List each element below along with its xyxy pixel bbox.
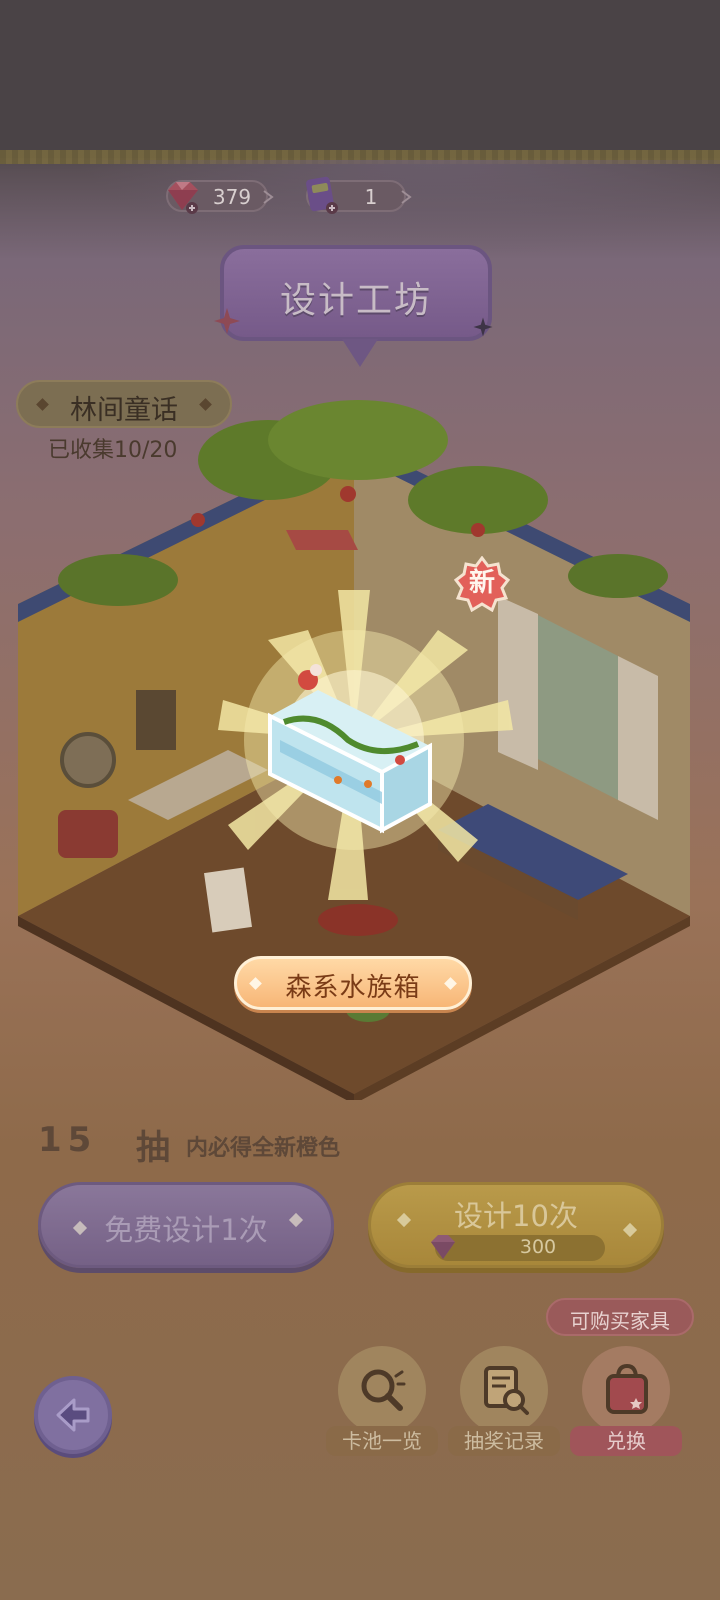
- card-pool-button[interactable]: 卡池一览: [326, 1346, 438, 1458]
- design-workshop-screen: 379 1 设计工坊 林间童话 已收集10/20 新 森系水族箱 15 抽 内必…: [0, 0, 720, 1600]
- record-icon: [484, 1366, 529, 1415]
- new-badge-label: 新: [468, 568, 495, 598]
- draw-record-button[interactable]: 抽奖记录: [448, 1346, 560, 1458]
- gem-counter[interactable]: 379: [166, 180, 268, 214]
- chevron-right-icon: [263, 190, 274, 204]
- back-arrow-icon: [56, 1398, 90, 1432]
- exchange-button[interactable]: 兑换: [570, 1346, 682, 1458]
- item-name-pill: 森系水族箱: [234, 956, 472, 1010]
- back-button[interactable]: [34, 1376, 112, 1454]
- gem-icon: [431, 1235, 455, 1259]
- pity-number: 15: [38, 1120, 98, 1160]
- card-pool-label: 卡池一览: [326, 1426, 438, 1456]
- shopping-bag-icon: [606, 1363, 648, 1414]
- status-area: [0, 0, 720, 158]
- design-10-cost: 300: [519, 1236, 557, 1258]
- title-plaque: 设计工坊: [220, 245, 492, 367]
- ticket-counter[interactable]: 1: [306, 176, 406, 214]
- ticket-icon: [306, 176, 338, 214]
- cost-bar: 300: [435, 1235, 605, 1261]
- gem-icon: [168, 182, 198, 214]
- star-icon: [473, 317, 493, 337]
- pity-text: 内必得全新橙色: [186, 1136, 341, 1161]
- draw-record-label: 抽奖记录: [448, 1426, 560, 1456]
- item-name: 森系水族箱: [285, 973, 421, 1003]
- star-icon: [214, 308, 240, 334]
- free-design-button[interactable]: 免费设计1次: [38, 1182, 334, 1268]
- exchange-label: 兑换: [570, 1426, 682, 1456]
- chevron-right-icon: [401, 190, 412, 204]
- search-icon: [361, 1369, 406, 1411]
- gem-count: 379: [212, 185, 252, 209]
- plaque-tail: [342, 339, 378, 367]
- ticket-count: 1: [364, 185, 378, 209]
- free-design-label: 免费设计1次: [104, 1213, 268, 1247]
- page-title: 设计工坊: [279, 280, 432, 321]
- pity-unit: 抽: [136, 1128, 170, 1168]
- design-10-button[interactable]: 设计10次 300: [368, 1182, 664, 1268]
- purchasable-label: 可购买家具: [570, 1309, 670, 1333]
- design-10-label: 设计10次: [454, 1199, 578, 1233]
- purchasable-furniture-tag[interactable]: 可购买家具: [546, 1298, 694, 1336]
